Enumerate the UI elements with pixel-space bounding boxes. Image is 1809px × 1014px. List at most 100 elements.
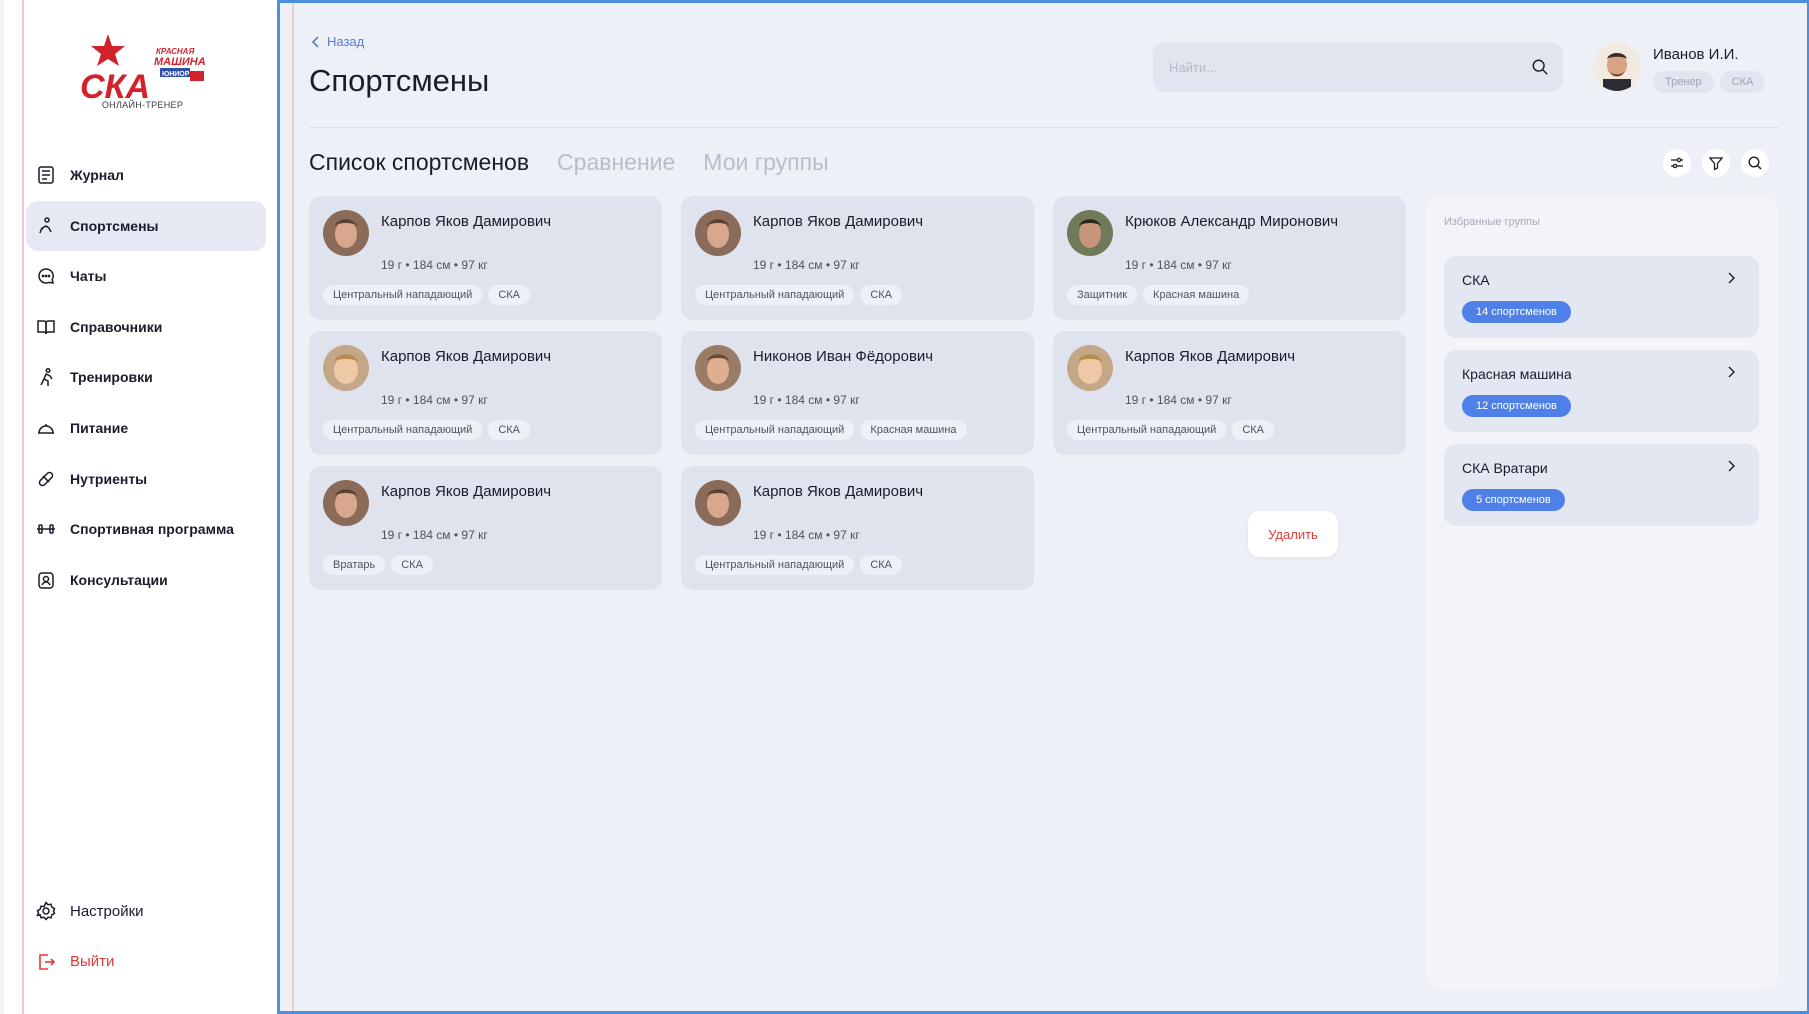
search-input[interactable] xyxy=(1167,58,1531,76)
chevron-right-icon xyxy=(1728,460,1735,472)
athlete-card[interactable]: Карпов Яков Дамирович 19 г • 184 см • 97… xyxy=(681,196,1034,320)
position-tag: Защитник xyxy=(1067,285,1138,305)
favorite-groups-panel: Избранные группы СКА 14 спортсменов Крас… xyxy=(1426,196,1778,989)
chevron-right-icon xyxy=(1728,366,1735,378)
athlete-card[interactable]: Карпов Яков Дамирович 19 г • 184 см • 97… xyxy=(309,331,662,455)
pill-icon xyxy=(36,469,56,489)
athlete-name: Никонов Иван Фёдорович xyxy=(753,348,934,365)
team-tag: СКА xyxy=(1232,420,1275,440)
athlete-name: Карпов Яков Дамирович xyxy=(1125,348,1296,365)
sidebar-bottom: Настройки Выйти xyxy=(26,886,266,987)
team-tag: СКА xyxy=(860,285,903,305)
sidebar-item-journal[interactable]: Журнал xyxy=(26,150,266,200)
settings-label: Настройки xyxy=(70,902,144,920)
dumbbell-icon xyxy=(36,519,56,539)
logo-subtitle: ОНЛАЙН-ТРЕНЕР xyxy=(101,100,184,110)
athlete-avatar xyxy=(1067,210,1113,256)
athlete-avatar xyxy=(1067,345,1113,391)
team-tag: СКА xyxy=(391,555,433,575)
user-profile[interactable]: Иванов И.И. Тренер СКА xyxy=(1593,43,1766,93)
sidebar: СКА КРАСНАЯ МАШИНА ЮНИОР ОНЛАЙН-ТРЕНЕР Ж… xyxy=(0,0,277,1014)
sidebar-item-label: Чаты xyxy=(70,268,107,285)
group-card[interactable]: СКА Вратари 5 спортсменов xyxy=(1444,444,1759,526)
athlete-card[interactable]: Никонов Иван Фёдорович 19 г • 184 см • 9… xyxy=(681,331,1034,455)
sidebar-item-label: Журнал xyxy=(70,167,124,183)
group-card[interactable]: Красная машина 12 спортсменов xyxy=(1444,350,1759,432)
chevron-left-icon xyxy=(311,35,319,48)
athlete-icon xyxy=(36,216,56,236)
team-tag: СКА xyxy=(860,555,903,575)
settings-sliders-button[interactable] xyxy=(1663,149,1691,177)
svg-text:ЮНИОР: ЮНИОР xyxy=(162,71,190,78)
search-box[interactable] xyxy=(1153,42,1563,92)
consultation-icon xyxy=(36,570,56,590)
team-tag: Красная машина xyxy=(1143,285,1250,305)
sliders-icon xyxy=(1671,157,1683,169)
user-role-badge: Тренер xyxy=(1653,71,1714,93)
team-tag: Красная машина xyxy=(860,420,967,440)
athlete-name: Карпов Яков Дамирович xyxy=(381,483,552,500)
search-icon[interactable] xyxy=(1531,58,1549,76)
athlete-avatar xyxy=(323,480,369,526)
sidebar-item-label: Тренировки xyxy=(70,369,153,386)
position-tag: Центральный нападающий xyxy=(695,555,855,575)
sidebar-item-athletes[interactable]: Спортсмены xyxy=(26,200,266,251)
sidebar-item-nutrition[interactable]: Питание xyxy=(26,403,266,453)
logout-button[interactable]: Выйти xyxy=(26,937,266,987)
team-tag: СКА xyxy=(488,285,531,305)
team-tag: СКА xyxy=(488,420,531,440)
tab-athlete-list[interactable]: Список спортсменов xyxy=(309,149,529,176)
logout-icon xyxy=(36,952,56,972)
sidebar-item-references[interactable]: Справочники xyxy=(26,302,266,352)
sidebar-item-trainings[interactable]: Тренировки xyxy=(26,352,266,402)
position-tag: Центральный нападающий xyxy=(1067,420,1227,440)
athlete-card[interactable]: Карпов Яков Дамирович 19 г • 184 см • 97… xyxy=(681,466,1034,590)
page-title: Спортсмены xyxy=(309,63,490,98)
athlete-card[interactable]: Карпов Яков Дамирович 19 г • 184 см • 97… xyxy=(309,196,662,320)
book-icon xyxy=(36,317,56,337)
group-name: СКА xyxy=(1462,272,1490,288)
sidebar-item-label: Спортивная программа xyxy=(70,521,234,538)
athlete-meta: 19 г • 184 см • 97 кг xyxy=(381,528,488,542)
athlete-name: Карпов Яков Дамирович xyxy=(381,213,552,230)
filter-button[interactable] xyxy=(1702,149,1730,177)
back-link[interactable]: Назад xyxy=(311,34,364,49)
position-tag: Центральный нападающий xyxy=(323,285,483,305)
athlete-card[interactable]: Карпов Яков Дамирович 19 г • 184 см • 97… xyxy=(1053,331,1406,455)
training-icon xyxy=(36,367,56,387)
sidebar-item-label: Консультации xyxy=(70,571,168,588)
sidebar-item-label: Справочники xyxy=(70,318,163,335)
sidebar-item-nutrients[interactable]: Нутриенты xyxy=(26,454,266,504)
header-divider xyxy=(309,127,1779,128)
settings-button[interactable]: Настройки xyxy=(26,886,266,936)
sidebar-item-sport-program[interactable]: Спортивная программа xyxy=(26,504,266,554)
sidebar-item-label: Спортсмены xyxy=(70,217,159,234)
sidebar-nav: Журнал Спортсмены Чаты Справочники Трени… xyxy=(26,150,266,605)
athlete-meta: 19 г • 184 см • 97 кг xyxy=(753,258,860,272)
athlete-card[interactable]: Крюков Александр Миронович 19 г • 184 см… xyxy=(1053,196,1406,320)
athlete-card[interactable]: Карпов Яков Дамирович 19 г • 184 см • 97… xyxy=(309,466,662,590)
athlete-avatar xyxy=(695,210,741,256)
sidebar-item-label: Нутриенты xyxy=(70,470,148,487)
group-card[interactable]: СКА 14 спортсменов xyxy=(1444,256,1759,338)
tab-my-groups[interactable]: Мои группы xyxy=(703,149,828,176)
main-area: Назад Спортсмены Иванов И.И. Тренер СКА … xyxy=(277,0,1809,1014)
group-count-badge: 12 спортсменов xyxy=(1462,395,1571,417)
logout-label: Выйти xyxy=(70,953,115,971)
toolbar xyxy=(1663,149,1769,177)
tab-comparison[interactable]: Сравнение xyxy=(557,149,675,176)
group-name: СКА Вратари xyxy=(1462,460,1548,476)
user-team-badge: СКА xyxy=(1719,71,1766,93)
favorite-groups-title: Избранные группы xyxy=(1444,216,1540,228)
sidebar-item-chats[interactable]: Чаты xyxy=(26,251,266,301)
sidebar-item-consultations[interactable]: Консультации xyxy=(26,555,266,605)
chat-icon xyxy=(36,266,56,286)
search-button[interactable] xyxy=(1741,149,1769,177)
chevron-right-icon xyxy=(1728,272,1735,284)
tabs: Список спортсменов Сравнение Мои группы xyxy=(309,149,829,176)
athlete-avatar xyxy=(323,210,369,256)
user-avatar[interactable] xyxy=(1593,43,1641,91)
sidebar-item-label: Питание xyxy=(70,419,129,436)
delete-button[interactable]: Удалить xyxy=(1248,511,1338,557)
journal-icon xyxy=(36,165,56,185)
